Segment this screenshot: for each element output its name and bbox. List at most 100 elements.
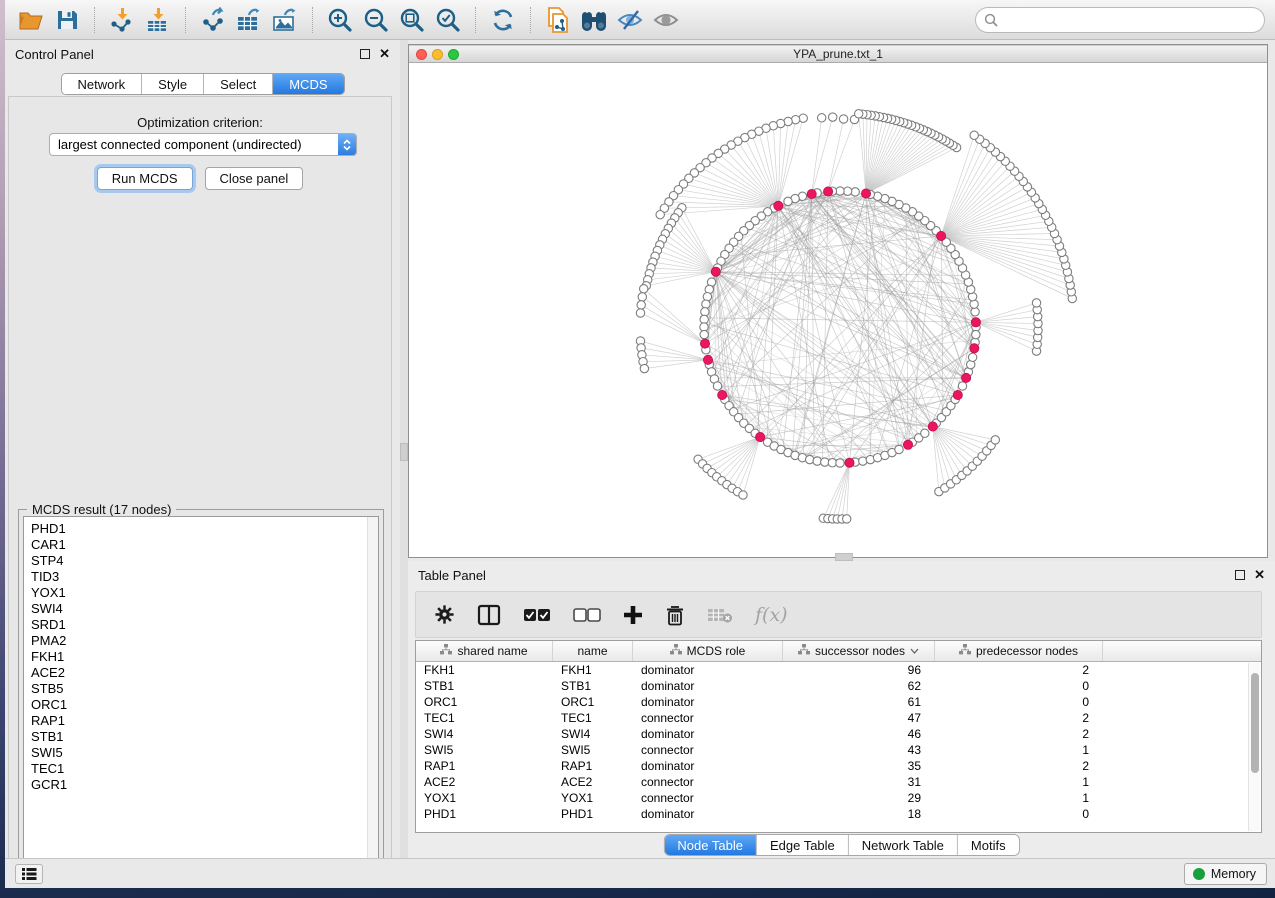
refresh-layout-icon[interactable] (488, 5, 518, 35)
zoom-selected-icon[interactable] (433, 5, 463, 35)
table-row[interactable]: ACE2ACE2connector311 (416, 774, 1261, 790)
network-node[interactable] (703, 293, 711, 301)
network-node[interactable] (895, 445, 903, 453)
criterion-dropdown[interactable]: largest connected component (undirected) (49, 133, 357, 156)
network-node[interactable] (971, 308, 979, 316)
network-window-titlebar[interactable]: YPA_prune.txt_1 (409, 45, 1267, 63)
columns-icon[interactable] (477, 604, 501, 626)
table-row[interactable]: TEC1TEC1connector472 (416, 710, 1261, 726)
network-node[interactable] (799, 114, 807, 122)
table-scrollbar-thumb[interactable] (1251, 673, 1259, 773)
float-panel-icon[interactable] (360, 49, 370, 59)
mcds-result-item[interactable]: SWI5 (31, 745, 378, 761)
column-header-shared-name[interactable]: shared name (416, 641, 553, 661)
mcds-result-item[interactable]: SRD1 (31, 617, 378, 633)
mcds-list-scrollbar[interactable] (367, 517, 378, 871)
search-network-icon[interactable] (579, 5, 609, 35)
table-row[interactable]: PHD1PHD1dominator180 (416, 806, 1261, 822)
mcds-node[interactable] (756, 432, 765, 441)
mcds-node[interactable] (807, 189, 816, 198)
table-row[interactable]: ORC1ORC1dominator610 (416, 694, 1261, 710)
mcds-result-list[interactable]: PHD1CAR1STP4TID3YOX1SWI4SRD1PMA2FKH1ACE2… (23, 516, 379, 872)
mcds-result-item[interactable]: SWI4 (31, 601, 378, 617)
mcds-node[interactable] (971, 318, 980, 327)
tab-network-table[interactable]: Network Table (849, 835, 958, 855)
network-node[interactable] (970, 131, 978, 139)
run-mcds-button[interactable]: Run MCDS (97, 167, 193, 190)
column-header-successor-nodes[interactable]: successor nodes (783, 641, 935, 661)
network-node[interactable] (855, 110, 863, 118)
network-node[interactable] (970, 300, 978, 308)
mcds-result-item[interactable]: ACE2 (31, 665, 378, 681)
tab-network[interactable]: Network (61, 74, 142, 94)
export-table-icon[interactable] (234, 5, 264, 35)
column-header-name[interactable]: name (553, 641, 633, 661)
delete-icon[interactable] (665, 604, 685, 626)
network-node[interactable] (637, 301, 645, 309)
tab-select[interactable]: Select (204, 74, 273, 94)
network-node[interactable] (829, 113, 837, 121)
network-graph[interactable] (409, 64, 1267, 557)
tab-style[interactable]: Style (142, 74, 204, 94)
mcds-result-item[interactable]: YOX1 (31, 585, 378, 601)
network-node[interactable] (991, 436, 999, 444)
mcds-node[interactable] (953, 390, 962, 399)
network-node[interactable] (636, 309, 644, 317)
column-header-MCDS-role[interactable]: MCDS role (633, 641, 783, 661)
open-session-icon[interactable] (16, 5, 46, 35)
mcds-result-item[interactable]: PMA2 (31, 633, 378, 649)
network-node[interactable] (813, 457, 821, 465)
memory-button[interactable]: Memory (1184, 863, 1267, 885)
network-node[interactable] (702, 300, 710, 308)
network-node[interactable] (836, 459, 844, 467)
table-row[interactable]: FKH1FKH1dominator962 (416, 662, 1261, 678)
network-node[interactable] (640, 364, 648, 372)
network-node[interactable] (1032, 299, 1040, 307)
mcds-node[interactable] (861, 189, 870, 198)
tab-node-table[interactable]: Node Table (664, 835, 757, 855)
add-icon[interactable] (623, 605, 643, 625)
float-table-panel-icon[interactable] (1235, 570, 1245, 580)
tab-edge-table[interactable]: Edge Table (757, 835, 849, 855)
zoom-in-icon[interactable] (325, 5, 355, 35)
network-node[interactable] (656, 211, 664, 219)
mcds-node[interactable] (703, 355, 712, 364)
mcds-result-item[interactable]: ORC1 (31, 697, 378, 713)
network-node[interactable] (968, 353, 976, 361)
mcds-result-item[interactable]: TID3 (31, 569, 378, 585)
show-all-icon[interactable] (651, 5, 681, 35)
close-table-panel-icon[interactable]: ✕ (1254, 570, 1265, 580)
deselect-all-icon[interactable] (573, 607, 601, 623)
mcds-result-item[interactable]: TEC1 (31, 761, 378, 777)
network-node[interactable] (839, 115, 847, 123)
import-network-icon[interactable] (107, 5, 137, 35)
select-all-icon[interactable] (523, 607, 551, 623)
network-node[interactable] (921, 429, 929, 437)
table-scrollbar[interactable] (1248, 663, 1260, 831)
mcds-node[interactable] (928, 422, 937, 431)
close-panel-button[interactable]: Close panel (205, 167, 304, 190)
table-row[interactable]: STB1STB1dominator620 (416, 678, 1261, 694)
network-node[interactable] (806, 455, 814, 463)
tab-motifs[interactable]: Motifs (958, 835, 1019, 855)
export-network-icon[interactable] (198, 5, 228, 35)
column-header-predecessor-nodes[interactable]: predecessor nodes (935, 641, 1103, 661)
mcds-result-item[interactable]: STB1 (31, 729, 378, 745)
search-input[interactable] (998, 13, 1264, 27)
close-panel-icon[interactable]: ✕ (379, 49, 390, 59)
network-node[interactable] (859, 457, 867, 465)
mcds-result-item[interactable]: STP4 (31, 553, 378, 569)
zoom-out-icon[interactable] (361, 5, 391, 35)
network-node[interactable] (640, 285, 648, 293)
mcds-result-item[interactable]: GCR1 (31, 777, 378, 793)
task-history-button[interactable] (15, 864, 43, 884)
mcds-result-item[interactable]: STB5 (31, 681, 378, 697)
mcds-result-item[interactable]: PHD1 (31, 521, 378, 537)
network-node[interactable] (739, 491, 747, 499)
gear-icon[interactable] (434, 604, 455, 625)
network-node[interactable] (784, 197, 792, 205)
mcds-result-item[interactable]: FKH1 (31, 649, 378, 665)
mcds-node[interactable] (970, 344, 979, 353)
mcds-node[interactable] (937, 231, 946, 240)
mcds-node[interactable] (845, 458, 854, 467)
